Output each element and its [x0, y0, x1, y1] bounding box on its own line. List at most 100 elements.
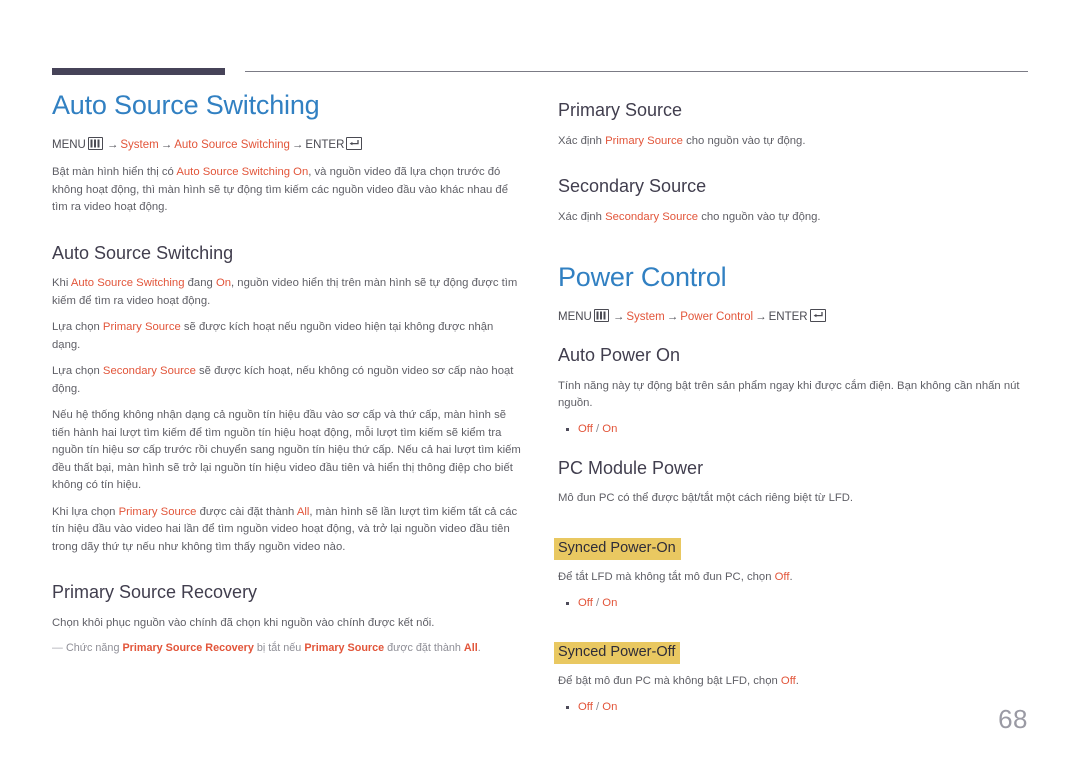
menu-grid-icon [87, 137, 103, 151]
path-arrow-2: → [160, 139, 173, 152]
option-on: On [602, 422, 618, 435]
s1p5-part2: được cài đặt thành [196, 505, 297, 518]
rs1-part2: cho nguồn vào tự động. [682, 134, 806, 147]
rs1-highlight-1: Primary Source [605, 134, 683, 147]
menu-label-power: MENU [558, 311, 592, 324]
options-list-auto-power-on: Off / On [558, 421, 1028, 438]
option-on: On [602, 700, 618, 713]
s1p1-part2: đang [184, 277, 216, 290]
power-path-arrow-2: → [666, 311, 679, 324]
note-highlight-1: Primary Source Recovery [122, 642, 254, 655]
power-path-item-system: System [626, 311, 665, 324]
synced-power-on-paragraph: Để tắt LFD mà không tắt mô đun PC, chọn … [558, 569, 1028, 587]
power-path-arrow-1: → [612, 311, 625, 324]
spon-part2: . [789, 571, 793, 584]
enter-label: ENTER [305, 139, 345, 152]
page-number: 68 [998, 704, 1028, 734]
path-arrow-1: → [106, 139, 119, 152]
power-path-item-power-control: Power Control [680, 311, 754, 324]
section-heading-auto-power-on: Auto Power On [558, 345, 681, 366]
path-item-auto-source-switching: Auto Source Switching [174, 139, 290, 152]
s1p3-part1: Lựa chọn [52, 365, 103, 378]
section1-paragraph-2: Lựa chọn Primary Source sẽ được kích hoạ… [52, 319, 522, 354]
right-section1-paragraph: Xác định Primary Source cho nguồn vào tự… [558, 133, 1028, 151]
note-part3: được đặt thành [384, 642, 464, 655]
rs2-part2: cho nguồn vào tự động. [698, 210, 821, 223]
option-off: Off [578, 596, 593, 609]
header-rule-thick [52, 68, 225, 75]
option-off: Off [578, 422, 593, 435]
section2-note: ― Chức năng Primary Source Recovery bị tắ… [52, 640, 522, 656]
synced-power-off-paragraph: Để bật mô đun PC mà không bật LFD, chọn … [558, 673, 1028, 691]
option-on: On [602, 596, 618, 609]
s1p1-part1: Khi [52, 277, 71, 290]
note-part1: Chức năng [66, 642, 123, 655]
right-section4-paragraph: Mô đun PC có thể được bật/tắt một cách r… [558, 492, 854, 505]
sub-heading-synced-power-off: Synced Power-Off [554, 641, 681, 665]
rs1-part1: Xác định [558, 134, 606, 147]
s1p3-highlight-1: Secondary Source [102, 365, 196, 378]
option-item: Off / On [566, 699, 1028, 716]
s1p1-highlight-1: Auto Source Switching [70, 277, 185, 290]
path-arrow-3: → [291, 139, 304, 152]
menu-path-auto-source-switching: MENU → System → Auto Source Switching → ENTER [52, 137, 522, 153]
note-highlight-3: All [463, 642, 478, 655]
note-dash: ― [52, 642, 63, 655]
enter-label-power: ENTER [768, 311, 808, 324]
section1-paragraph-4: Nếu hệ thống không nhận dạng cả nguồn tí… [52, 409, 521, 492]
document-page: Auto Source Switching MENU → System → Auto S… [0, 0, 1080, 763]
page-header-rule [0, 60, 1080, 80]
s1p5-highlight-2: All [296, 505, 310, 518]
page-title-power-control: Power Control [558, 262, 727, 293]
option-item: Off / On [566, 595, 1028, 612]
s1p1-highlight-2: On [215, 277, 232, 290]
section2-paragraph-1: Chọn khôi phục nguồn vào chính đã chọn k… [52, 616, 435, 629]
options-list-synced-power-on: Off / On [558, 595, 1028, 612]
rs2-part1: Xác định [558, 210, 606, 223]
menu-label: MENU [52, 139, 86, 152]
spoff-highlight-1: Off [780, 675, 796, 688]
left-column: Auto Source Switching MENU → System → Auto S… [52, 90, 522, 665]
section1-paragraph-1: Khi Auto Source Switching đang On, nguồn… [52, 275, 522, 310]
menu-grid-icon [593, 309, 609, 323]
spoff-part1: Để bật mô đun PC mà không bật LFD, chọn [558, 675, 781, 688]
s1p5-part1: Khi lựa chọn [52, 505, 119, 518]
s1p2-highlight-1: Primary Source [102, 321, 181, 334]
section1-paragraph-3: Lựa chọn Secondary Source sẽ được kích h… [52, 363, 522, 398]
enter-key-icon [346, 137, 363, 151]
s1p5-highlight-1: Primary Source [118, 505, 197, 518]
section-heading-primary-source: Primary Source [558, 100, 683, 120]
page-title: Auto Source Switching [52, 90, 320, 120]
spoff-part2: . [795, 675, 799, 688]
spon-part1: Để tắt LFD mà không tắt mô đun PC, chọn [558, 571, 775, 584]
option-item: Off / On [566, 421, 1028, 438]
options-list-synced-power-off: Off / On [558, 699, 1028, 716]
right-column: Primary Source Xác định Primary Source c… [554, 90, 1028, 724]
section-heading-secondary-source: Secondary Source [558, 176, 707, 197]
note-part2: bị tắt nếu [253, 642, 305, 655]
menu-path-power-control: MENU → System → Power Control → ENTER [558, 309, 1028, 325]
section-heading-primary-source-recovery: Primary Source Recovery [52, 582, 258, 603]
path-item-system: System [120, 139, 159, 152]
right-section3-paragraph: Tính năng này tự động bật trên sản phẩm … [558, 379, 1020, 410]
note-part4: . [477, 642, 481, 655]
right-section2-paragraph: Xác định Secondary Source cho nguồn vào … [558, 209, 1028, 227]
spon-highlight-1: Off [774, 571, 790, 584]
power-path-arrow-3: → [755, 311, 767, 324]
sub-heading-synced-power-on: Synced Power-On [554, 537, 681, 561]
section1-paragraph-5: Khi lựa chọn Primary Source được cài đặt… [52, 504, 522, 557]
option-separator: / [592, 422, 603, 435]
header-rule-thin [245, 71, 1028, 72]
intro-paragraph: Bật màn hình hiển thị có Auto Source Swi… [52, 164, 522, 217]
note-highlight-2: Primary Source [304, 642, 385, 655]
option-off: Off [578, 700, 593, 713]
section-heading-auto-source-switching: Auto Source Switching [52, 242, 234, 263]
option-separator: / [592, 700, 603, 713]
rs2-highlight-1: Secondary Source [605, 210, 699, 223]
enter-key-icon [809, 309, 826, 323]
s1p2-part1: Lựa chọn [52, 321, 103, 334]
intro-highlight-1: Auto Source Switching On [176, 166, 309, 179]
option-separator: / [592, 596, 603, 609]
intro-part1: Bật màn hình hiển thị có [52, 166, 177, 179]
section-heading-pc-module-power: PC Module Power [558, 457, 704, 478]
